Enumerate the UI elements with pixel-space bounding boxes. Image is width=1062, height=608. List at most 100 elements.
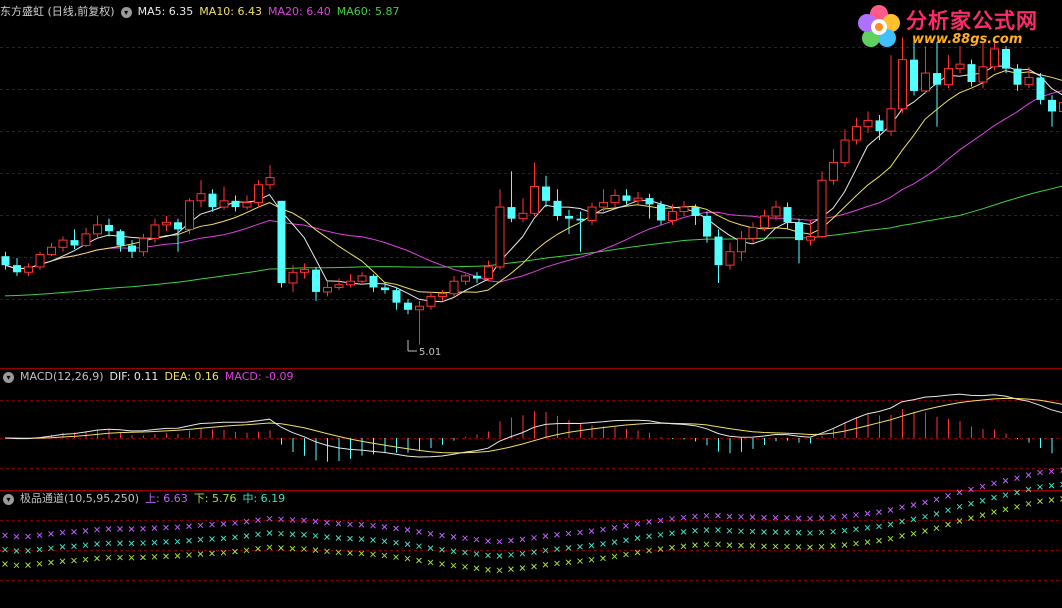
candle-body	[714, 236, 723, 266]
middle-mark	[427, 545, 434, 551]
upper-mark	[59, 529, 66, 536]
middle-mark	[830, 528, 836, 535]
lower-mark	[289, 545, 296, 552]
middle-mark	[933, 510, 940, 517]
candle	[473, 272, 481, 283]
candle-body	[806, 236, 815, 241]
candle-body	[542, 186, 550, 201]
candle-body	[265, 177, 275, 186]
candle-body	[404, 302, 412, 310]
middle-mark	[634, 535, 641, 541]
macd-panel-header: ▾ MACD(12,26,9) DIF: 0.11 DEA: 0.16 MACD: -0…	[0, 368, 300, 386]
chevron-down-icon[interactable]: ▾	[3, 493, 14, 505]
candle-body	[392, 290, 401, 303]
middle-mark	[979, 497, 986, 504]
upper-mark	[25, 533, 31, 540]
upper-mark	[416, 528, 422, 535]
candle	[737, 231, 746, 261]
lower-mark	[496, 567, 503, 574]
candle	[231, 195, 240, 212]
candles[interactable]	[1, 37, 1062, 345]
candle	[392, 287, 401, 310]
lower-mark	[381, 552, 388, 559]
candle-body	[254, 184, 263, 204]
lower-mark	[726, 542, 733, 548]
upper-mark	[899, 504, 905, 511]
logo-name: 分析家公式网	[906, 9, 1038, 33]
middle-mark	[278, 530, 284, 537]
candle-body	[415, 305, 424, 311]
candle	[334, 278, 344, 291]
middle-mark	[864, 524, 871, 531]
candle-body	[553, 200, 562, 216]
upper-mark	[485, 538, 491, 544]
candle	[886, 55, 896, 136]
upper-mark	[278, 516, 284, 523]
lower-mark	[1048, 497, 1055, 503]
candle	[553, 189, 562, 221]
macd-dif-line	[4, 393, 1062, 458]
candle-body	[679, 206, 689, 213]
upper-mark	[289, 517, 296, 523]
middle-mark	[508, 551, 514, 558]
lower-mark	[554, 560, 560, 567]
lower-mark	[669, 544, 675, 551]
candle	[484, 260, 493, 282]
candle-body	[898, 59, 907, 110]
channel-lower-value: 下: 5.76	[193, 492, 237, 505]
upper-mark	[2, 532, 8, 539]
upper-mark	[151, 525, 158, 531]
chevron-down-icon[interactable]: ▾	[3, 371, 14, 383]
candle-body	[748, 227, 758, 239]
upper-mark	[703, 512, 710, 519]
middle-mark	[1037, 484, 1043, 490]
candle-body	[196, 193, 206, 202]
candle-body	[703, 216, 711, 237]
candle-body	[381, 287, 389, 291]
lower-mark	[772, 543, 779, 550]
candle-body	[886, 108, 896, 132]
lower-mark	[945, 521, 951, 528]
candle	[760, 209, 769, 232]
lower-mark	[577, 558, 583, 564]
candle	[35, 251, 45, 270]
candle	[587, 202, 597, 225]
stock-title[interactable]: 东方盛虹 (日线,前复权)	[0, 5, 115, 18]
lower-mark	[174, 553, 181, 559]
candle-body	[1013, 68, 1022, 85]
lower-mark	[738, 542, 744, 549]
macd-title[interactable]: MACD(12,26,9)	[20, 370, 104, 383]
middle-mark	[289, 531, 296, 538]
middle-mark	[795, 529, 802, 536]
candle-body	[978, 66, 988, 83]
chevron-down-icon[interactable]: ▾	[120, 6, 132, 18]
candle-body	[530, 186, 539, 214]
middle-mark	[473, 551, 480, 557]
middle-mark	[703, 527, 710, 533]
lower-mark	[427, 559, 434, 566]
candle-body	[58, 239, 68, 248]
candle-body	[426, 295, 436, 307]
candle-body	[817, 179, 827, 238]
candle-body	[771, 206, 781, 217]
lower-mark	[680, 543, 687, 550]
lower-mark	[358, 550, 365, 557]
candle-body	[863, 119, 873, 128]
candle-body	[852, 126, 861, 141]
lower-mark	[887, 535, 894, 542]
lower-mark	[623, 551, 629, 558]
stock-chart-canvas[interactable]: 5.01	[0, 0, 1062, 608]
upper-mark	[680, 514, 687, 521]
lower-mark	[853, 540, 859, 547]
lower-mark	[82, 556, 89, 563]
candle-body	[921, 72, 930, 92]
middle-mark	[715, 527, 721, 533]
upper-mark	[508, 537, 514, 544]
lower-mark	[519, 565, 526, 571]
upper-mark	[1002, 477, 1009, 484]
candle	[254, 180, 263, 208]
channel-title[interactable]: 极品通道(10,5,95,250)	[20, 492, 139, 505]
middle-mark	[692, 527, 698, 534]
candle	[404, 299, 412, 315]
candle-body	[495, 206, 505, 268]
